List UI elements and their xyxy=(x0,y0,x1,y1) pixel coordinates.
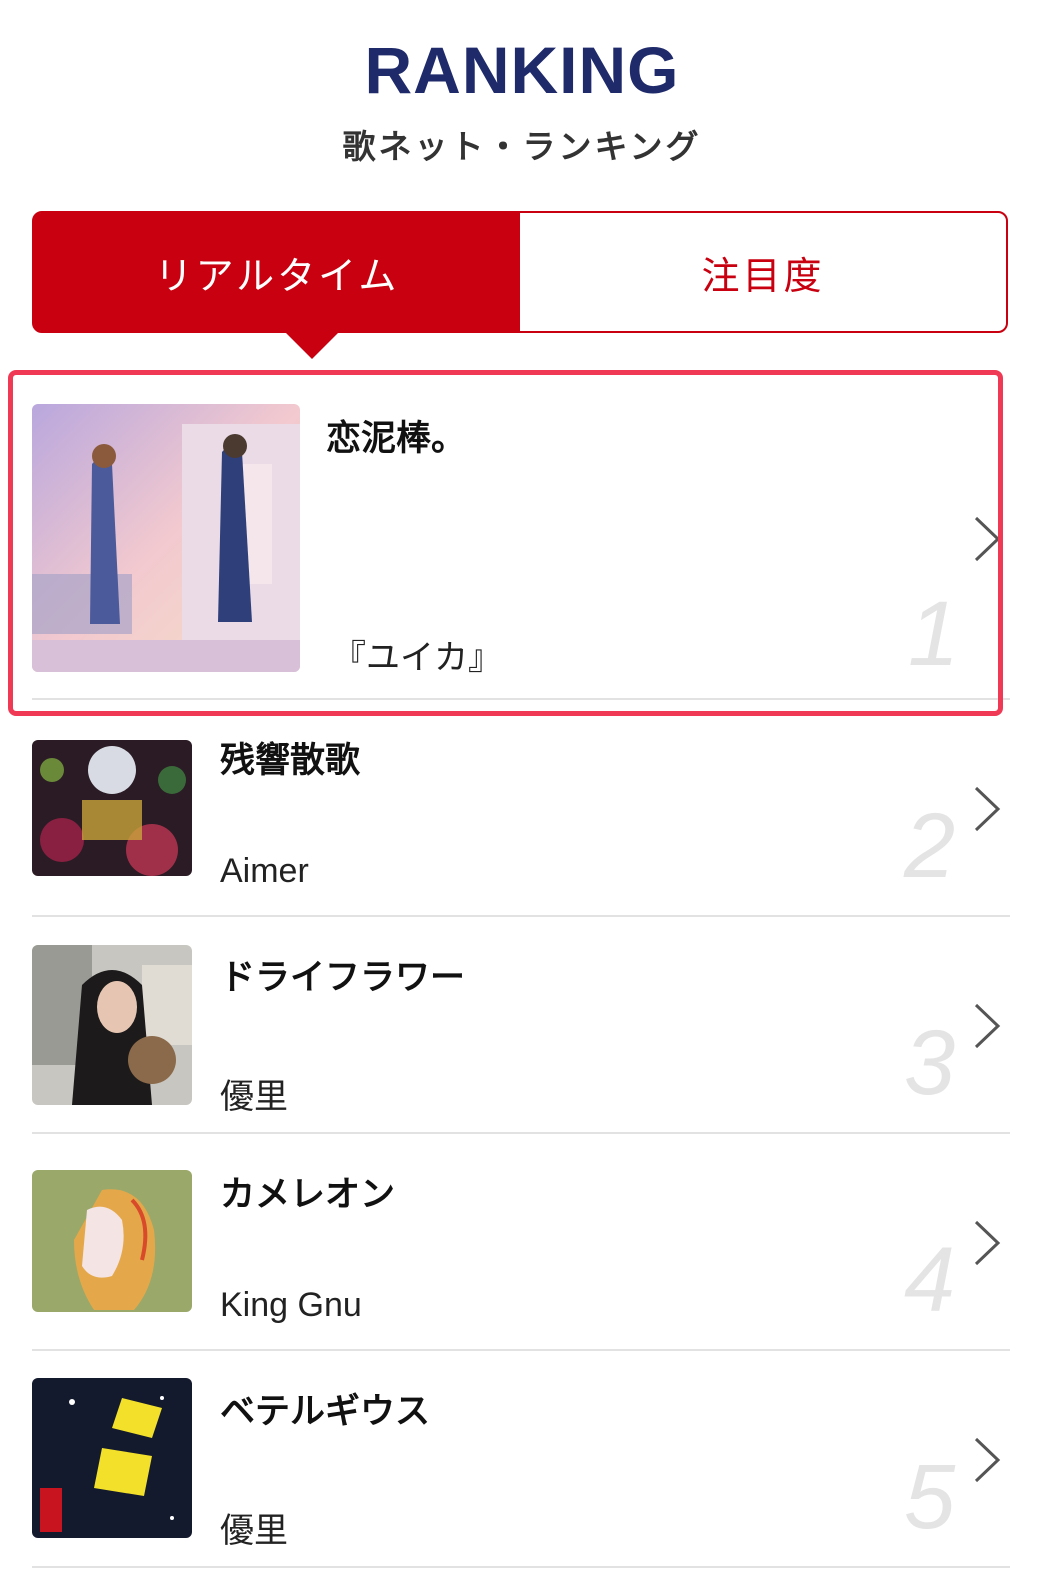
artist-name: 『ユイカ』 xyxy=(332,639,502,677)
page-subtitle: 歌ネット・ランキング xyxy=(342,127,702,166)
rank-number: 2 xyxy=(904,795,956,897)
tab-realtime-label: リアルタイム xyxy=(154,253,400,298)
song-title: 残響散歌 xyxy=(220,741,361,781)
ranking-row-3[interactable]: ドライフラワー 優里 3 xyxy=(32,917,1010,1134)
song-title: ドライフラワー xyxy=(220,958,466,998)
chevron-right-icon xyxy=(974,786,1001,832)
song-title: カメレオン xyxy=(220,1175,396,1215)
song-title: 恋泥棒。 xyxy=(326,419,467,459)
tab-active-pointer xyxy=(286,333,338,359)
artist-name: 優里 xyxy=(220,1512,288,1550)
rank-number: 3 xyxy=(904,1012,956,1114)
song-title: ベテルギウス xyxy=(220,1392,431,1432)
chevron-right-icon xyxy=(974,1220,1001,1266)
tab-attention[interactable]: 注目度 xyxy=(520,213,1006,331)
ranking-row-1[interactable]: 恋泥棒。 『ユイカ』 1 xyxy=(32,380,1010,700)
album-cover-2 xyxy=(32,740,192,876)
tab-realtime[interactable]: リアルタイム xyxy=(34,213,520,359)
album-cover-4 xyxy=(32,1170,192,1312)
album-cover-3 xyxy=(32,945,192,1105)
album-cover-1 xyxy=(32,404,300,672)
page-title: RANKING xyxy=(364,33,680,107)
artist-name: Aimer xyxy=(220,852,309,890)
rank-number: 5 xyxy=(904,1446,956,1548)
ranking-tabs: リアルタイム 注目度 xyxy=(32,211,1008,359)
tab-attention-label: 注目度 xyxy=(701,253,825,298)
ranking-row-5[interactable]: ベテルギウス 優里 5 xyxy=(32,1351,1010,1568)
ranking-row-4[interactable]: カメレオン King Gnu 4 xyxy=(32,1134,1010,1351)
artist-name: King Gnu xyxy=(220,1286,362,1324)
chevron-right-icon xyxy=(974,1437,1001,1483)
rank-number: 1 xyxy=(908,583,960,685)
album-cover-5 xyxy=(32,1378,192,1538)
artist-name: 優里 xyxy=(220,1078,288,1116)
chevron-right-icon xyxy=(974,1003,1001,1049)
chevron-right-icon xyxy=(974,516,1001,562)
ranking-row-2[interactable]: 残響散歌 Aimer 2 xyxy=(32,700,1010,917)
rank-number: 4 xyxy=(904,1229,956,1331)
